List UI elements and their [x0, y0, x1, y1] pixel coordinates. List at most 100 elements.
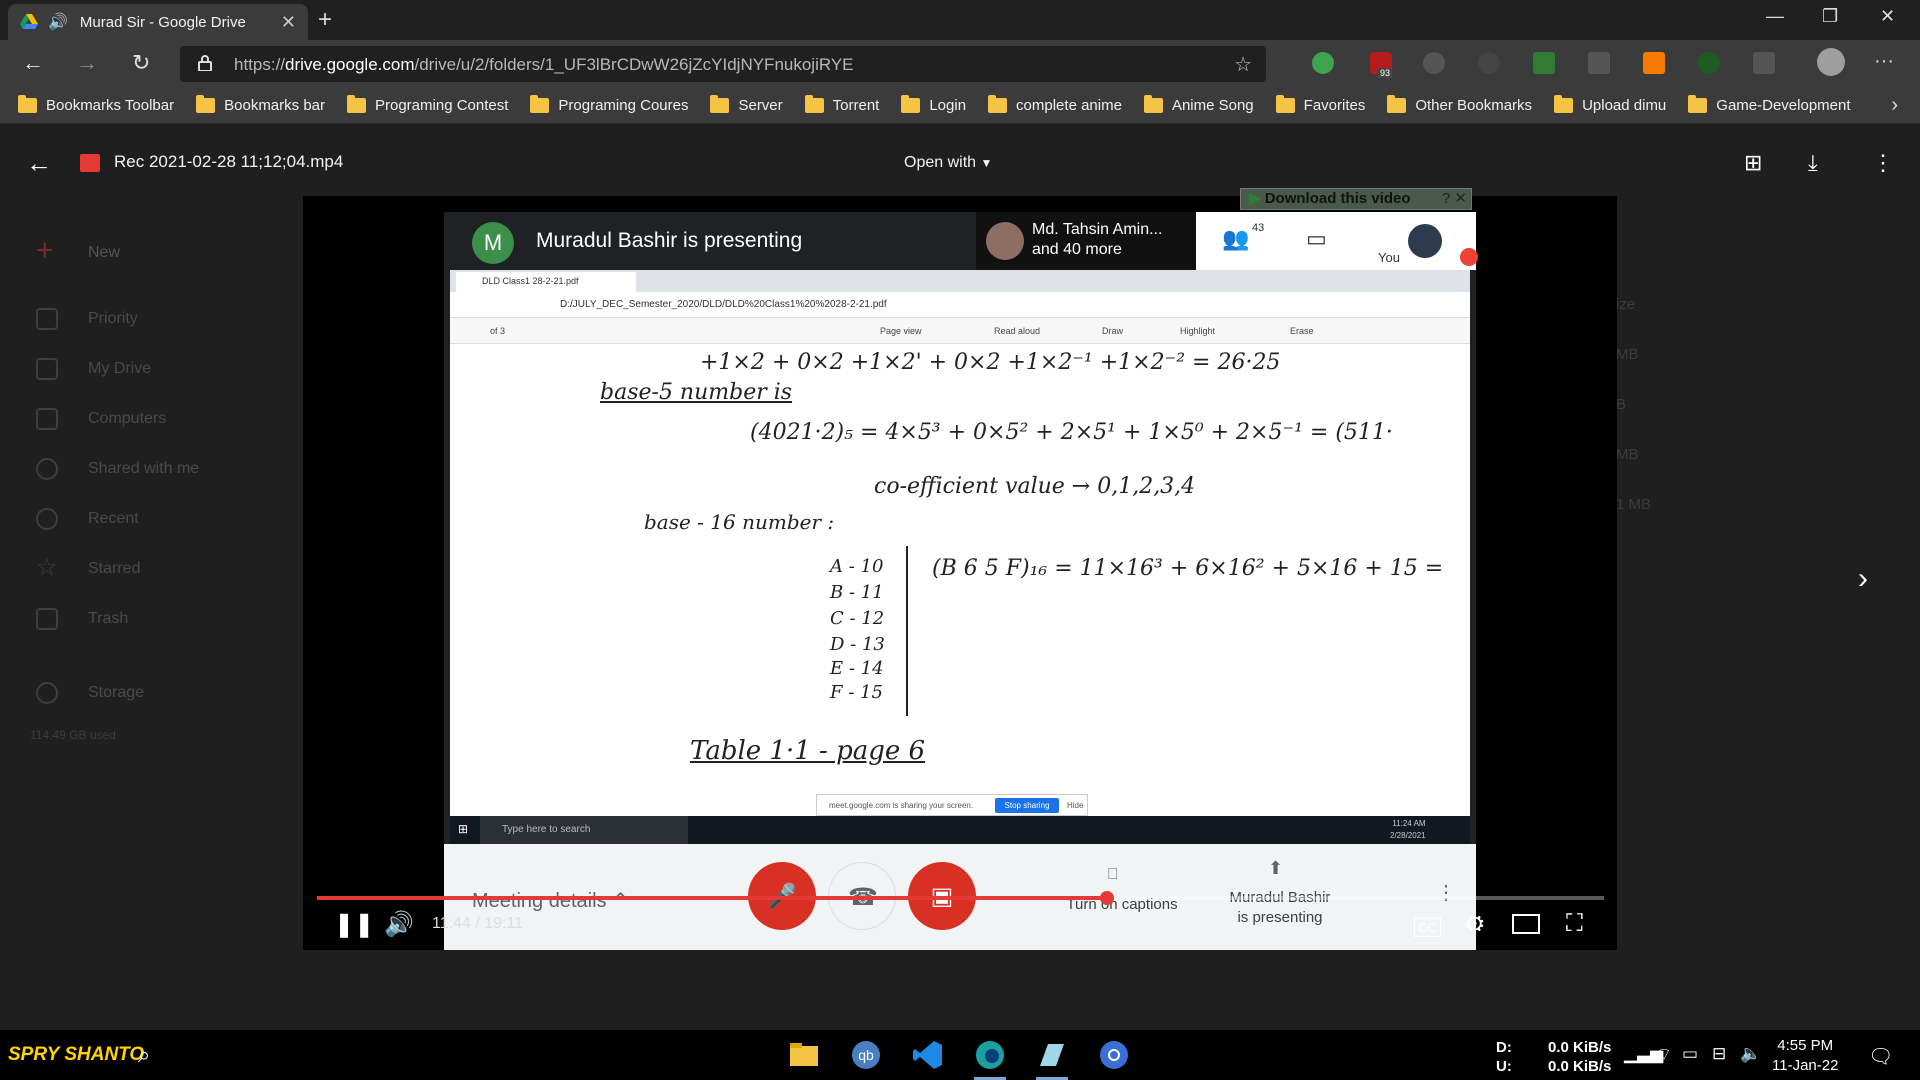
search-icon[interactable]: ⌕ — [138, 1042, 150, 1068]
sidebar-item-my-drive[interactable]: My Drive — [36, 358, 151, 380]
bookmark-item[interactable]: Torrent — [804, 95, 879, 114]
extension-add-icon[interactable] — [1312, 52, 1334, 74]
chevron-up-icon: ⌃ — [612, 890, 629, 912]
storage-used: 114.49 GB used — [30, 728, 116, 742]
reload-icon[interactable]: ↻ — [132, 50, 150, 76]
participant-avatar — [986, 222, 1024, 260]
notes-app-icon[interactable] — [1034, 1038, 1070, 1080]
video-progress-bar[interactable] — [317, 891, 1604, 905]
chat-icon: ▭ — [1306, 226, 1327, 251]
download-video-badge[interactable]: ▶ Download this video ? ✕ — [1240, 188, 1472, 210]
sidebar-item-shared[interactable]: Shared with me — [36, 458, 199, 480]
close-window-icon[interactable]: ✕ — [1880, 6, 1895, 27]
chromium-icon[interactable] — [1096, 1038, 1132, 1072]
sidebar-label: Storage — [88, 684, 145, 701]
forward-icon[interactable]: → — [76, 50, 98, 76]
sidebar-label: Priority — [88, 310, 138, 327]
bookmark-item[interactable]: Favorites — [1275, 95, 1365, 114]
download-icon[interactable]: ⤓ — [1808, 150, 1818, 176]
ink-line: C - 12 — [830, 608, 885, 629]
bookmarks-overflow-icon[interactable]: › — [1891, 94, 1898, 117]
bookmark-star-icon[interactable]: ☆ — [1234, 52, 1252, 77]
bookmark-item[interactable]: Login — [901, 95, 966, 114]
shared-taskbar-search: Type here to search — [480, 816, 688, 844]
shield-extension-icon[interactable] — [1698, 52, 1720, 74]
captions-button[interactable]: CC — [1414, 918, 1441, 937]
react-extension-icon[interactable] — [1478, 52, 1500, 74]
ink-line: base-5 number is — [600, 380, 793, 405]
sidebar-item-computers[interactable]: Computers — [36, 408, 166, 430]
windows-taskbar: SPRY SHANTO ⌕ qb D: U: 0.0 KiB/s 0.0 KiB/s… — [0, 1030, 1920, 1080]
bookmark-item[interactable]: Server — [710, 95, 783, 114]
speaker-icon[interactable]: 🔊 — [48, 12, 68, 32]
bookmark-item[interactable]: Upload dimu — [1554, 95, 1666, 114]
puzzle-icon[interactable] — [1753, 52, 1775, 74]
miniplayer-icon[interactable] — [1512, 914, 1540, 934]
bookmark-item[interactable]: Programing Contest — [347, 95, 508, 114]
folder-icon — [710, 95, 730, 113]
back-icon[interactable]: ← — [22, 50, 44, 76]
battery-icon[interactable]: ▭ — [1682, 1044, 1698, 1064]
notifications-icon[interactable]: 🗨 — [1868, 1044, 1893, 1069]
bookmark-item[interactable]: Bookmarks bar — [196, 95, 325, 114]
browser-tab[interactable]: 🔊 Murad Sir - Google Drive ✕ — [8, 4, 308, 40]
glasses-extension-icon[interactable] — [1423, 52, 1445, 74]
volume-icon[interactable]: 🔊 — [384, 910, 414, 939]
lock-icon[interactable] — [198, 55, 212, 72]
bookmark-label: Bookmarks Toolbar — [46, 97, 175, 114]
new-tab-button[interactable]: + — [318, 6, 332, 34]
bookmark-item[interactable]: complete anime — [988, 95, 1122, 114]
presenting-label: Muradul Bashir is presenting — [1214, 888, 1346, 928]
pause-icon[interactable]: ❚❚ — [334, 910, 374, 939]
sidebar-item-trash[interactable]: Trash — [36, 608, 128, 630]
open-with-button[interactable]: Open with ▼ — [904, 154, 992, 172]
system-clock[interactable]: 4:55 PM 11-Jan-22 — [1772, 1036, 1838, 1076]
bookmark-item[interactable]: Bookmarks Toolbar — [18, 95, 175, 114]
address-bar[interactable]: https://drive.google.com/drive/u/2/folde… — [180, 46, 1266, 82]
screen-share-notice: meet.google.com is sharing your screen. … — [816, 794, 1088, 816]
shared-time: 11:24 AM — [1392, 819, 1426, 828]
column-size: ize — [1616, 296, 1636, 313]
bookmark-item[interactable]: Other Bookmarks — [1387, 95, 1532, 114]
shared-screen: DLD Class1 28-2-21.pdf D:/JULY_DEC_Semes… — [450, 270, 1470, 844]
net-down-label: D: — [1496, 1039, 1512, 1056]
bookmark-item[interactable]: Anime Song — [1143, 95, 1254, 114]
close-tab-icon[interactable]: ✕ — [281, 12, 296, 33]
vscode-icon[interactable] — [910, 1038, 946, 1072]
edge-browser-icon[interactable] — [972, 1038, 1008, 1080]
screen-extension-icon[interactable] — [1588, 52, 1610, 74]
minimize-icon[interactable]: — — [1766, 6, 1784, 27]
sidebar-item-starred[interactable]: ☆ Starred — [36, 556, 140, 580]
volume-tray-icon[interactable]: 🔈 — [1740, 1044, 1761, 1064]
new-button[interactable]: + New — [36, 236, 120, 266]
file-explorer-icon[interactable] — [786, 1038, 822, 1072]
sidebar-item-storage[interactable]: Storage — [36, 682, 144, 704]
folder-icon — [1387, 95, 1407, 113]
more-actions-icon[interactable]: ⋮ — [1872, 150, 1894, 176]
wifi-icon[interactable]: ⌔ — [1656, 1044, 1672, 1065]
meet-header-icons: 👥 43 ▭ You — [1196, 212, 1478, 270]
language-icon[interactable]: ⊟ — [1712, 1044, 1726, 1064]
sidebar-item-recent[interactable]: Recent — [36, 508, 139, 530]
bookmark-item[interactable]: Game-Development — [1688, 95, 1851, 114]
sidebar-item-priority[interactable]: Priority — [36, 308, 138, 330]
cloud-icon — [36, 682, 58, 704]
profile-avatar[interactable] — [1817, 48, 1845, 76]
qbittorrent-icon[interactable]: qb — [848, 1038, 884, 1072]
presenter-avatar: M — [472, 222, 514, 264]
address-row: ← → ↻ https://drive.google.com/drive/u/2… — [0, 40, 1920, 88]
shared-windows-taskbar: ⊞ Type here to search 11:24 AM 2/28/2021 — [450, 816, 1470, 844]
next-file-arrow-icon[interactable]: › — [1858, 562, 1868, 596]
add-comment-icon[interactable]: ⊞ — [1744, 150, 1762, 176]
orange-extension-icon[interactable] — [1643, 52, 1665, 74]
settings-gear-icon[interactable]: ⚙ — [1464, 910, 1486, 939]
bookmark-item[interactable]: Programing Coures — [530, 95, 689, 114]
more-menu-icon[interactable]: ··· — [1874, 50, 1894, 73]
clock-time: 4:55 PM — [1777, 1037, 1834, 1054]
close-viewer-back-icon[interactable]: ← — [26, 148, 52, 179]
bookmark-label: Programing Coures — [558, 97, 689, 114]
fullscreen-icon[interactable]: ⛶ — [1566, 910, 1583, 938]
restore-icon[interactable]: ❐ — [1822, 6, 1838, 27]
f-extension-icon[interactable] — [1533, 52, 1555, 74]
close-badge-icon[interactable]: ? ✕ — [1442, 189, 1467, 209]
